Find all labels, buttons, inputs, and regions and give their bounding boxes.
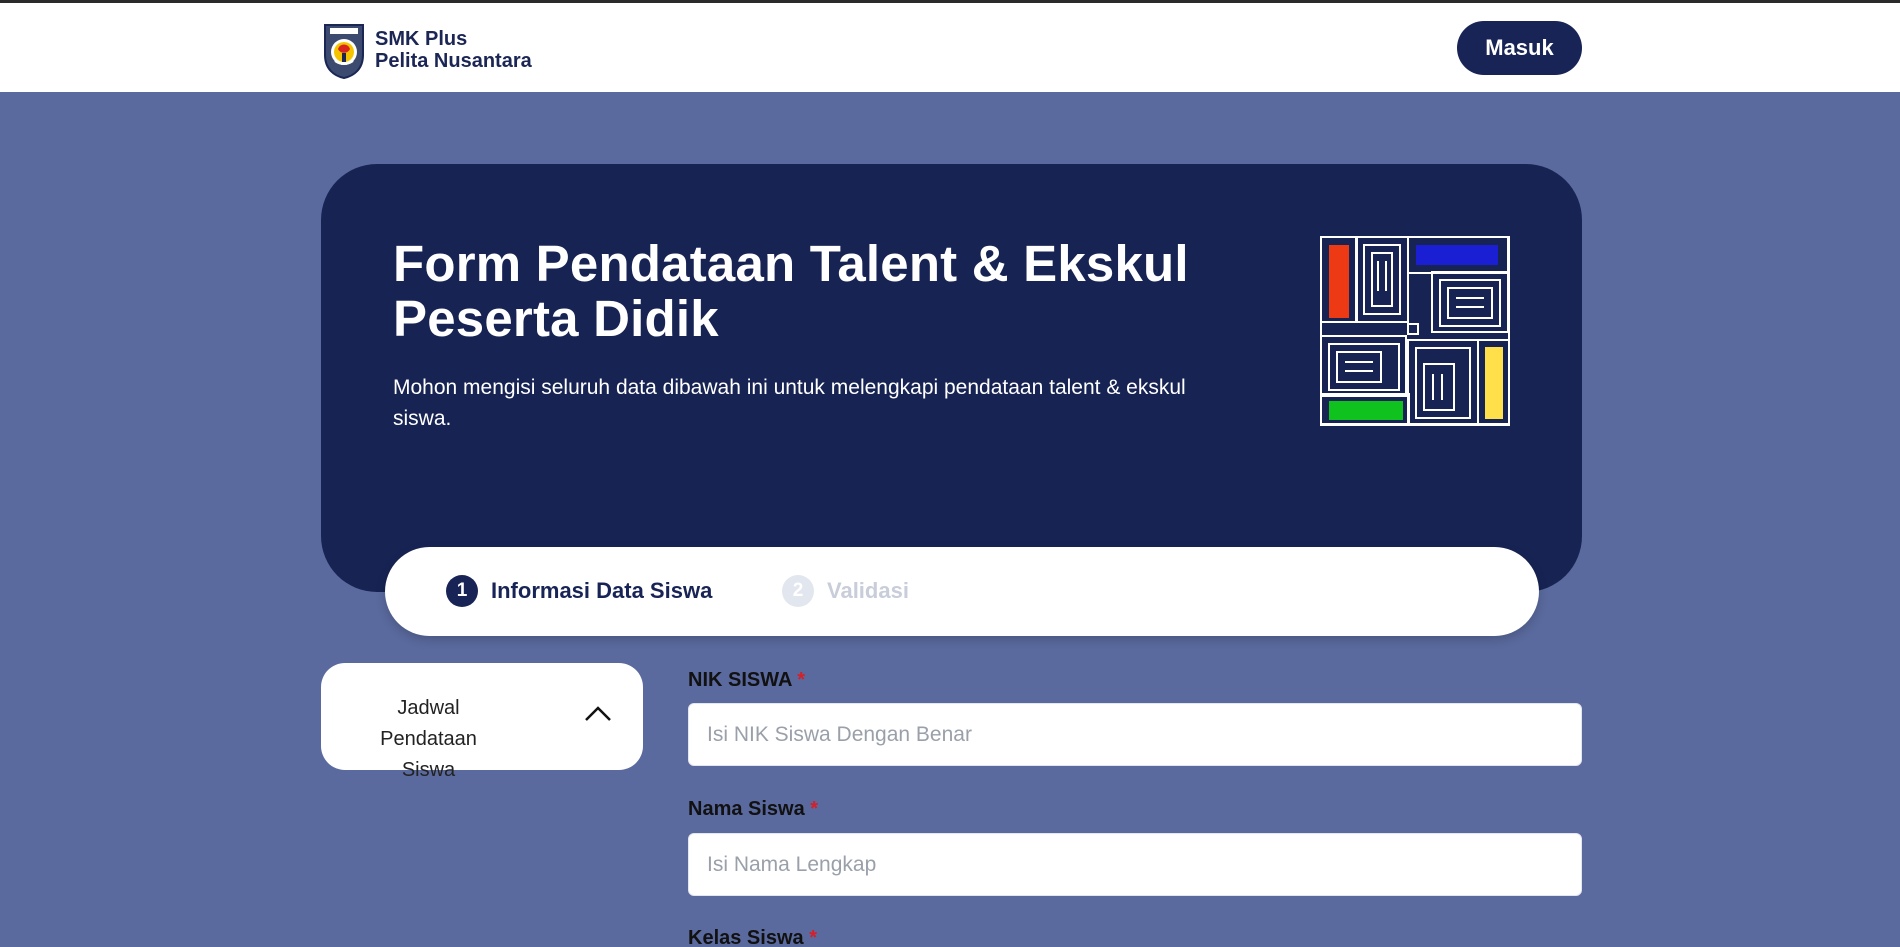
school-name: SMK Plus Pelita Nusantara [375,28,532,72]
school-name-line1: SMK Plus [375,28,468,50]
nama-label-text: Nama Siswa [688,798,805,820]
page-subtitle: Mohon mengisi seluruh data dibawah ini u… [393,376,1186,430]
nik-label: NIK SISWA * [688,669,805,692]
site-header: SMK Plus Pelita Nusantara Masuk [0,3,1900,92]
schedule-label: Jadwal Pendataan Siswa [380,697,477,781]
schedule-accordion[interactable]: Jadwal Pendataan Siswa [321,663,643,781]
step-label-2: Validasi [827,578,909,603]
login-button[interactable]: Masuk [1457,21,1582,75]
nik-label-text: NIK SISWA [688,669,792,691]
kelas-label-text: Kelas Siswa [688,927,804,947]
school-logo-link[interactable]: SMK Plus Pelita Nusantara [321,21,532,79]
step-informasi-data-siswa[interactable]: 1 Informasi Data Siswa [446,575,712,607]
kelas-required-mark: * [809,927,817,947]
step-number-2: 2 [782,575,814,607]
step-number-1: 1 [446,575,478,607]
nik-required-mark: * [797,669,806,691]
school-name-line2: Pelita Nusantara [375,50,532,72]
step-label-1: Informasi Data Siswa [491,578,713,603]
school-crest-icon [324,24,364,79]
nama-input[interactable] [688,833,1582,896]
nik-input[interactable] [688,703,1582,766]
kelas-label: Kelas Siswa * [688,927,817,947]
form-stepper: 1 Informasi Data Siswa 2 Validasi [385,547,1539,636]
step-validasi[interactable]: 2 Validasi [782,575,909,607]
nama-required-mark: * [810,798,819,820]
chevron-up-icon[interactable] [583,703,613,723]
maze-pattern-icon [1320,236,1510,426]
page-title: Form Pendataan Talent & Ekskul Peserta D… [393,235,1189,347]
nama-label: Nama Siswa * [688,798,818,821]
